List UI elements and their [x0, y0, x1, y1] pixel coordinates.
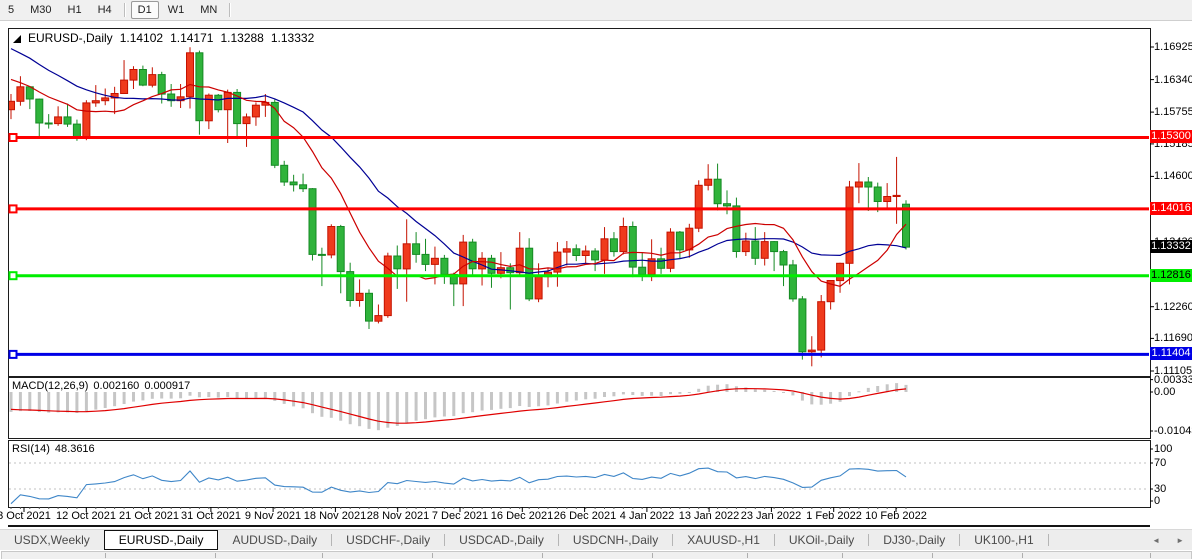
- chart-tab-xauusd[interactable]: XAUUSD-,H1: [673, 530, 774, 550]
- status-strip-separator: [1022, 553, 1023, 558]
- price-axis-label: 1.16925: [1154, 41, 1192, 53]
- chart-tab-usdcnh[interactable]: USDCNH-,Daily: [559, 530, 672, 550]
- status-strip-separator: [932, 553, 933, 558]
- tab-scroll-arrows: ◄►: [1144, 530, 1192, 550]
- date-axis-label: 16 Dec 2021: [491, 510, 553, 522]
- chart-tab-usdx[interactable]: USDX,Weekly: [0, 530, 104, 550]
- rsi-axis-label: 0: [1154, 495, 1160, 507]
- chart-tab-eurusd[interactable]: EURUSD-,Daily: [104, 530, 219, 550]
- tab-scroll-left-icon[interactable]: ◄: [1144, 536, 1168, 545]
- price-badge: 1.12816: [1150, 269, 1192, 282]
- date-axis-label: 1 Feb 2022: [806, 510, 862, 522]
- macd-main-value: 0.002160: [93, 380, 139, 392]
- status-strip-separator: [652, 553, 653, 558]
- timeframe-button-h4[interactable]: H4: [91, 1, 119, 19]
- chart-symbol-label: EURUSD-,Daily: [28, 31, 113, 45]
- ohlc-close: 1.13332: [271, 31, 314, 45]
- price-badge: 1.15300: [1150, 130, 1192, 143]
- chart-tab-dj30[interactable]: DJ30-,Daily: [869, 530, 959, 550]
- chart-tab-bar: USDX,WeeklyEURUSD-,DailyAUDUSD-,DailyUSD…: [0, 529, 1192, 550]
- chart-tab-audusd[interactable]: AUDUSD-,Daily: [218, 530, 331, 550]
- status-strip-separator: [105, 553, 106, 558]
- timeframe-button-w1[interactable]: W1: [161, 1, 192, 19]
- timeframe-button-d1[interactable]: D1: [131, 1, 159, 19]
- date-axis-label: 23 Jan 2022: [741, 510, 802, 522]
- rsi-axis-label: 30: [1154, 483, 1166, 495]
- rsi-axis-label: 100: [1154, 443, 1172, 455]
- date-axis-label: 13 Jan 2022: [679, 510, 740, 522]
- price-axis-label: 1.16340: [1154, 74, 1192, 86]
- price-axis-label: 1.15755: [1154, 106, 1192, 118]
- macd-axis-label: 0.003331: [1154, 374, 1192, 386]
- timeframe-button-h1[interactable]: H1: [61, 1, 89, 19]
- status-strip-separator: [432, 553, 433, 558]
- price-axis-label: 1.11690: [1154, 332, 1192, 344]
- macd-axis-label: -0.010439: [1154, 425, 1192, 437]
- date-axis-label: 9 Nov 2021: [245, 510, 301, 522]
- price-badge: 1.11404: [1150, 347, 1192, 360]
- date-axis-label: 21 Oct 2021: [119, 510, 179, 522]
- timeframe-button-m30[interactable]: M30: [23, 1, 58, 19]
- object-arrow-icon: [13, 35, 21, 43]
- date-axis-label: 26 Dec 2021: [554, 510, 616, 522]
- toolbar-separator: [229, 3, 231, 17]
- toolbar-separator: [124, 3, 126, 17]
- date-axis-label: 12 Oct 2021: [56, 510, 116, 522]
- timeframe-button-mn[interactable]: MN: [193, 1, 224, 19]
- date-axis-label: 3 Oct 2021: [0, 510, 51, 522]
- price-axis-label: 1.14600: [1154, 170, 1192, 182]
- chart-header: EURUSD-,Daily 1.14102 1.14171 1.13288 1.1333…: [13, 31, 321, 45]
- date-axis-label: 4 Jan 2022: [620, 510, 674, 522]
- date-axis-label: 28 Nov 2021: [367, 510, 429, 522]
- chart-tab-ukoil[interactable]: UKOil-,Daily: [775, 530, 868, 550]
- ohlc-low: 1.13288: [220, 31, 263, 45]
- macd-header: MACD(12,26,9) 0.002160 0.000917: [12, 380, 195, 392]
- timeframe-button-5[interactable]: 5: [1, 1, 21, 19]
- chart-tab-usdcad[interactable]: USDCAD-,Daily: [445, 530, 558, 550]
- price-chart-panel: [8, 28, 1151, 377]
- macd-signal-value: 0.000917: [144, 380, 190, 392]
- ohlc-open: 1.14102: [120, 31, 163, 45]
- status-strip-separator: [747, 553, 748, 558]
- date-axis-label: 7 Dec 2021: [432, 510, 488, 522]
- chart-tab-uk100[interactable]: UK100-,H1: [960, 530, 1047, 550]
- rsi-panel: [8, 440, 1151, 508]
- ohlc-high: 1.14171: [170, 31, 213, 45]
- price-badge: 1.14016: [1150, 202, 1192, 215]
- mt4-window: 5M30H1H4 D1W1MN EURUSD-,Daily 1.14102 1.141…: [0, 0, 1192, 558]
- rsi-header: RSI(14) 48.3616: [12, 443, 100, 455]
- tab-scroll-right-icon[interactable]: ►: [1168, 536, 1192, 545]
- price-axis-label: 1.12260: [1154, 301, 1192, 313]
- date-axis-label: 18 Nov 2021: [304, 510, 366, 522]
- status-strip-separator: [1150, 553, 1151, 558]
- timeframe-toolbar: 5M30H1H4 D1W1MN: [0, 0, 1192, 21]
- status-strip-separator: [542, 553, 543, 558]
- chart-tab-usdchf[interactable]: USDCHF-,Daily: [332, 530, 444, 550]
- status-strip-separator: [322, 553, 323, 558]
- status-strip-separator: [215, 553, 216, 558]
- rsi-label: RSI(14): [12, 443, 50, 455]
- tab-separator: [1048, 534, 1049, 546]
- rsi-axis-label: 70: [1154, 457, 1166, 469]
- price-badge: 1.13332: [1150, 240, 1192, 253]
- macd-axis-label: 0.00: [1154, 386, 1175, 398]
- date-axis-label: 10 Feb 2022: [865, 510, 927, 522]
- chart-window-bottom-border: [8, 525, 1150, 527]
- macd-label: MACD(12,26,9): [12, 380, 88, 392]
- rsi-value: 48.3616: [55, 443, 95, 455]
- status-strip-separator: [842, 553, 843, 558]
- date-axis-label: 31 Oct 2021: [181, 510, 241, 522]
